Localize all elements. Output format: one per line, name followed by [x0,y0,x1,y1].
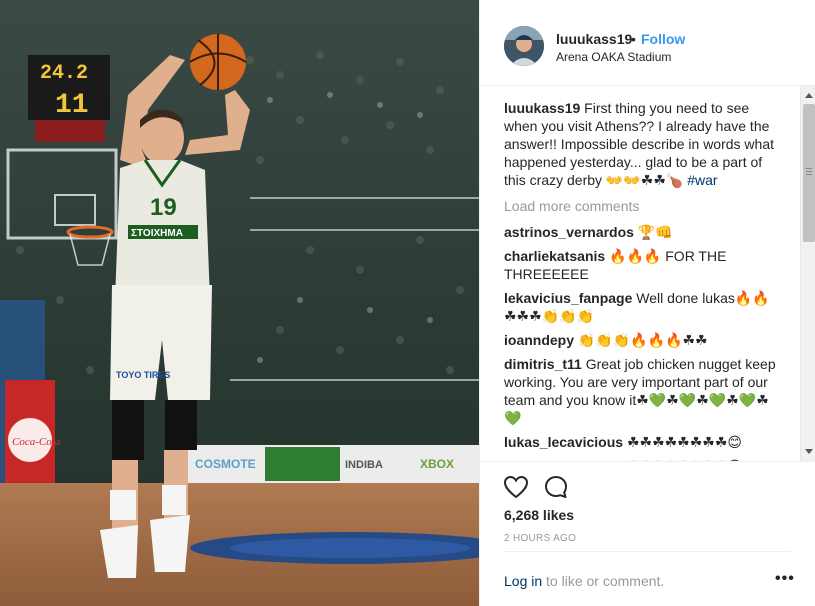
svg-text:Coca-Cola: Coca-Cola [12,436,61,448]
game-clock-text: 11 [55,90,89,121]
grip-line [806,171,812,172]
jersey-sponsor: ΣΤΟΙΧΗΜΑ [131,228,183,239]
comment-username[interactable]: lekavicius_fanpage [504,290,632,306]
likes-count[interactable]: 6,268 likes [504,507,574,523]
login-prompt: Log in to like or comment. [504,573,664,589]
post-details-panel: luuukass19 • Follow Arena OAKA Stadium l… [479,0,815,606]
comment-text: 🏆👊 [633,224,673,240]
like-button[interactable] [502,473,530,501]
caption: luuukass19 First thing you need to see w… [504,99,776,189]
comment-username[interactable]: ioanndepy [504,332,574,348]
instagram-post: 24.2 11 Coca-Cola COSMOTE INDIBA XBOX 19… [0,0,815,606]
comment-icon [545,476,567,498]
divider [504,551,791,552]
header-username[interactable]: luuukass19 [556,31,632,47]
ad-cosmote: COSMOTE [195,457,256,471]
post-photo[interactable]: 24.2 11 Coca-Cola COSMOTE INDIBA XBOX 19… [0,0,479,606]
more-options-icon[interactable]: ••• [775,570,795,588]
ad-indiba: INDIBA [345,459,383,471]
grip-line [806,168,812,169]
comment-button[interactable] [542,473,570,501]
ad-xbox: XBOX [420,457,454,471]
comment-text: 👏👏👏🔥🔥🔥☘☘ [574,332,708,348]
post-header: luuukass19 • Follow Arena OAKA Stadium [480,0,815,86]
comment-text: ☘☘☘☘☘☘☘☘😊 [623,434,742,450]
location-link[interactable]: Arena OAKA Stadium [556,50,671,64]
post-timestamp: 2 HOURS AGO [504,533,577,544]
comment-username[interactable]: dimitris_t11 [504,356,582,372]
jersey-number: 19 [150,194,177,221]
grip-line [806,174,812,175]
comment-item: ioanndepy 👏👏👏🔥🔥🔥☘☘ [504,331,776,349]
scroll-up-icon[interactable] [805,93,813,98]
comment-item: charliekatsanis 🔥🔥🔥 FOR THE THREEEEEE [504,247,776,283]
comments-list[interactable]: luuukass19 First thing you need to see w… [504,99,776,461]
load-more-comments-button[interactable]: Load more comments [504,197,776,215]
comment-item: lekavicius_fanpage Well done lukas🔥🔥☘☘☘👏… [504,289,776,325]
post-actions: 6,268 likes 2 HOURS AGO Log in to like o… [480,461,815,606]
caption-username[interactable]: luuukass19 [504,100,580,116]
basketball-photo: 24.2 11 Coca-Cola COSMOTE INDIBA XBOX 19… [0,0,479,606]
login-link[interactable]: Log in [504,573,542,589]
shot-clock-text: 24.2 [40,62,88,85]
scroll-down-icon[interactable] [805,449,813,454]
comment-item: lukas_lecavicious ☘☘☘☘☘☘☘☘😊 [504,433,776,451]
shorts-sponsor: TOYO TIRES [116,370,170,380]
scrollbar-thumb[interactable] [803,104,815,242]
comments-scrollbar[interactable] [800,86,815,461]
follow-button[interactable]: Follow [641,31,685,47]
comment-item: dimitris_t11 Great job chicken nugget ke… [504,355,776,427]
avatar[interactable] [504,26,544,66]
avatar-image [504,26,544,66]
comment-username[interactable]: charliekatsanis [504,248,605,264]
comment-username[interactable]: astrinos_vernardos [504,224,634,240]
comment-item: astrinos_vernardos 🏆👊 [504,223,776,241]
caption-hashtag[interactable]: #war [687,172,717,188]
login-prompt-text: to like or comment. [542,573,665,589]
comment-username[interactable]: lukas_lecavicious [504,434,623,450]
header-separator: • [631,31,636,47]
heart-icon [503,475,529,499]
